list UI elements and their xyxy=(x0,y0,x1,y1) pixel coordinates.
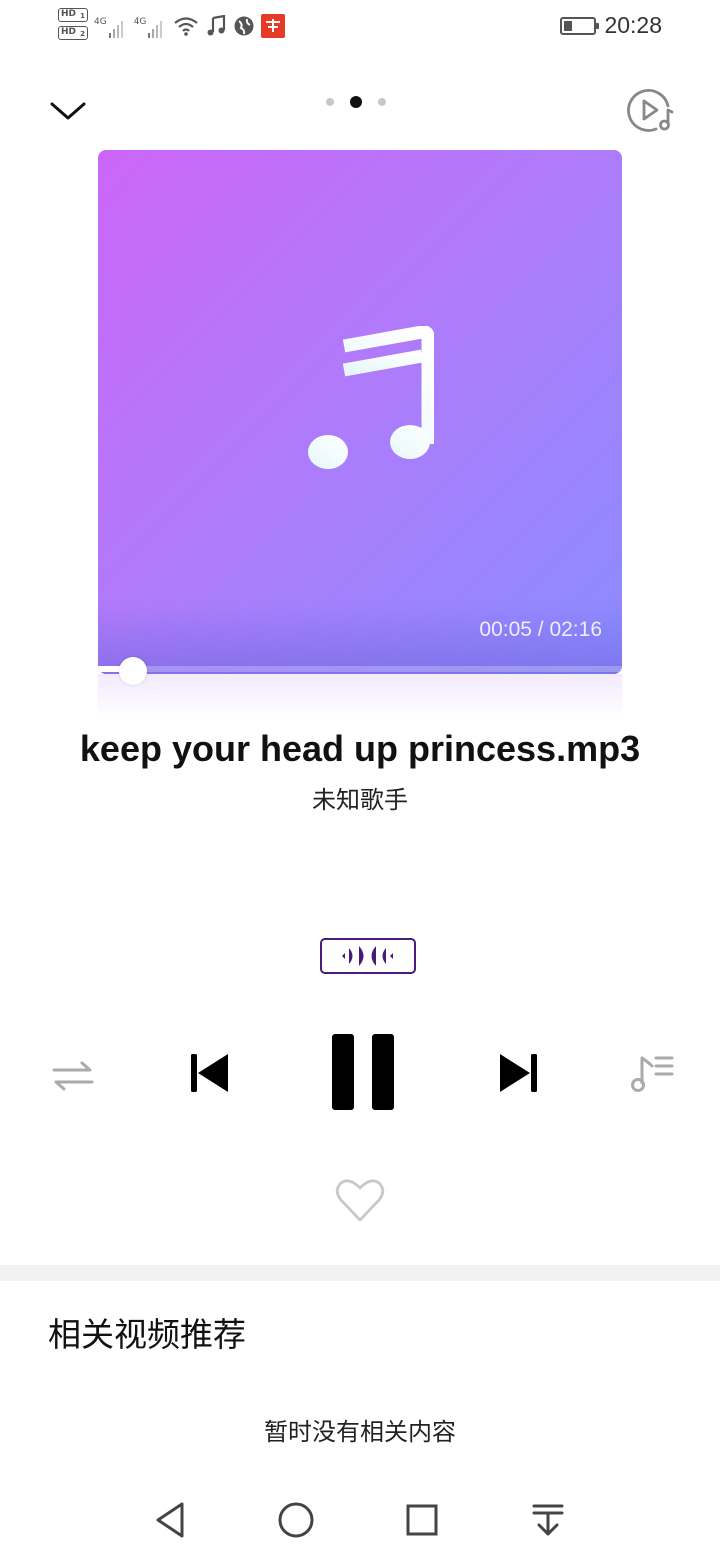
page-dot[interactable] xyxy=(378,98,386,106)
home-button[interactable] xyxy=(274,1498,318,1542)
previous-icon xyxy=(191,1054,228,1092)
home-icon xyxy=(278,1502,314,1538)
battery-level xyxy=(564,20,573,31)
sim-indicators: HD 1 HD 2 xyxy=(58,8,88,40)
back-icon xyxy=(156,1502,184,1538)
empty-state-message: 暂时没有相关内容 xyxy=(264,1418,456,1446)
status-icons: 4G 4G xyxy=(94,14,286,42)
pause-button[interactable] xyxy=(326,1030,400,1116)
status-time: 20:28 xyxy=(604,12,662,38)
music-video-icon xyxy=(627,89,674,132)
sim1-hd-badge: HD 1 xyxy=(58,8,88,22)
next-button[interactable] xyxy=(496,1050,542,1096)
album-art[interactable]: 00:05 / 02:16 xyxy=(98,150,622,674)
previous-button[interactable] xyxy=(186,1050,232,1096)
page-indicator[interactable] xyxy=(326,96,386,108)
notification-pull-icon xyxy=(532,1504,564,1536)
page-dot[interactable] xyxy=(326,98,334,106)
song-title: keep your head up princess.mp3 xyxy=(79,728,641,769)
collapse-button[interactable] xyxy=(46,92,90,128)
section-divider xyxy=(0,1265,720,1281)
sound-effect-icon xyxy=(342,946,393,966)
recents-icon xyxy=(406,1504,438,1536)
repeat-icon xyxy=(52,1061,94,1091)
repeat-button[interactable] xyxy=(50,1056,96,1096)
progress-thumb[interactable] xyxy=(119,657,147,685)
progress-track[interactable] xyxy=(98,666,622,672)
chevron-down-icon xyxy=(50,102,86,120)
sound-effect-button[interactable] xyxy=(320,938,416,974)
system-nav-bar xyxy=(0,1480,720,1560)
page-dot[interactable] xyxy=(350,96,362,108)
music-video-button[interactable] xyxy=(626,86,674,134)
back-button[interactable] xyxy=(148,1498,192,1542)
playlist-button[interactable] xyxy=(628,1050,676,1096)
music-note-icon xyxy=(205,14,227,41)
artist-name: 未知歌手 xyxy=(312,786,408,814)
battery-icon xyxy=(560,16,600,35)
playlist-icon xyxy=(631,1056,674,1092)
signal-icon: 4G xyxy=(94,17,128,39)
globe-icon xyxy=(233,15,255,41)
wifi-icon xyxy=(173,15,199,41)
heart-icon xyxy=(335,1179,385,1222)
time-display: 00:05 / 02:16 xyxy=(479,618,602,641)
sim2-hd-badge: HD 2 xyxy=(58,26,88,40)
signal-icon: 4G xyxy=(134,17,168,39)
status-left: HD 1 HD 2 4G 4G xyxy=(58,8,286,48)
related-videos-title: 相关视频推荐 xyxy=(48,1315,246,1354)
art-reflection xyxy=(98,674,622,720)
like-button[interactable] xyxy=(334,1176,386,1226)
pause-icon xyxy=(332,1034,394,1110)
music-note-icon xyxy=(308,326,434,469)
recents-button[interactable] xyxy=(400,1498,444,1542)
status-bar: HD 1 HD 2 4G 4G 20:28 xyxy=(0,0,720,56)
app-notification-icon xyxy=(261,14,286,42)
next-icon xyxy=(500,1054,537,1092)
notification-pull-button[interactable] xyxy=(526,1498,570,1542)
status-right: 20:28 xyxy=(560,12,662,39)
